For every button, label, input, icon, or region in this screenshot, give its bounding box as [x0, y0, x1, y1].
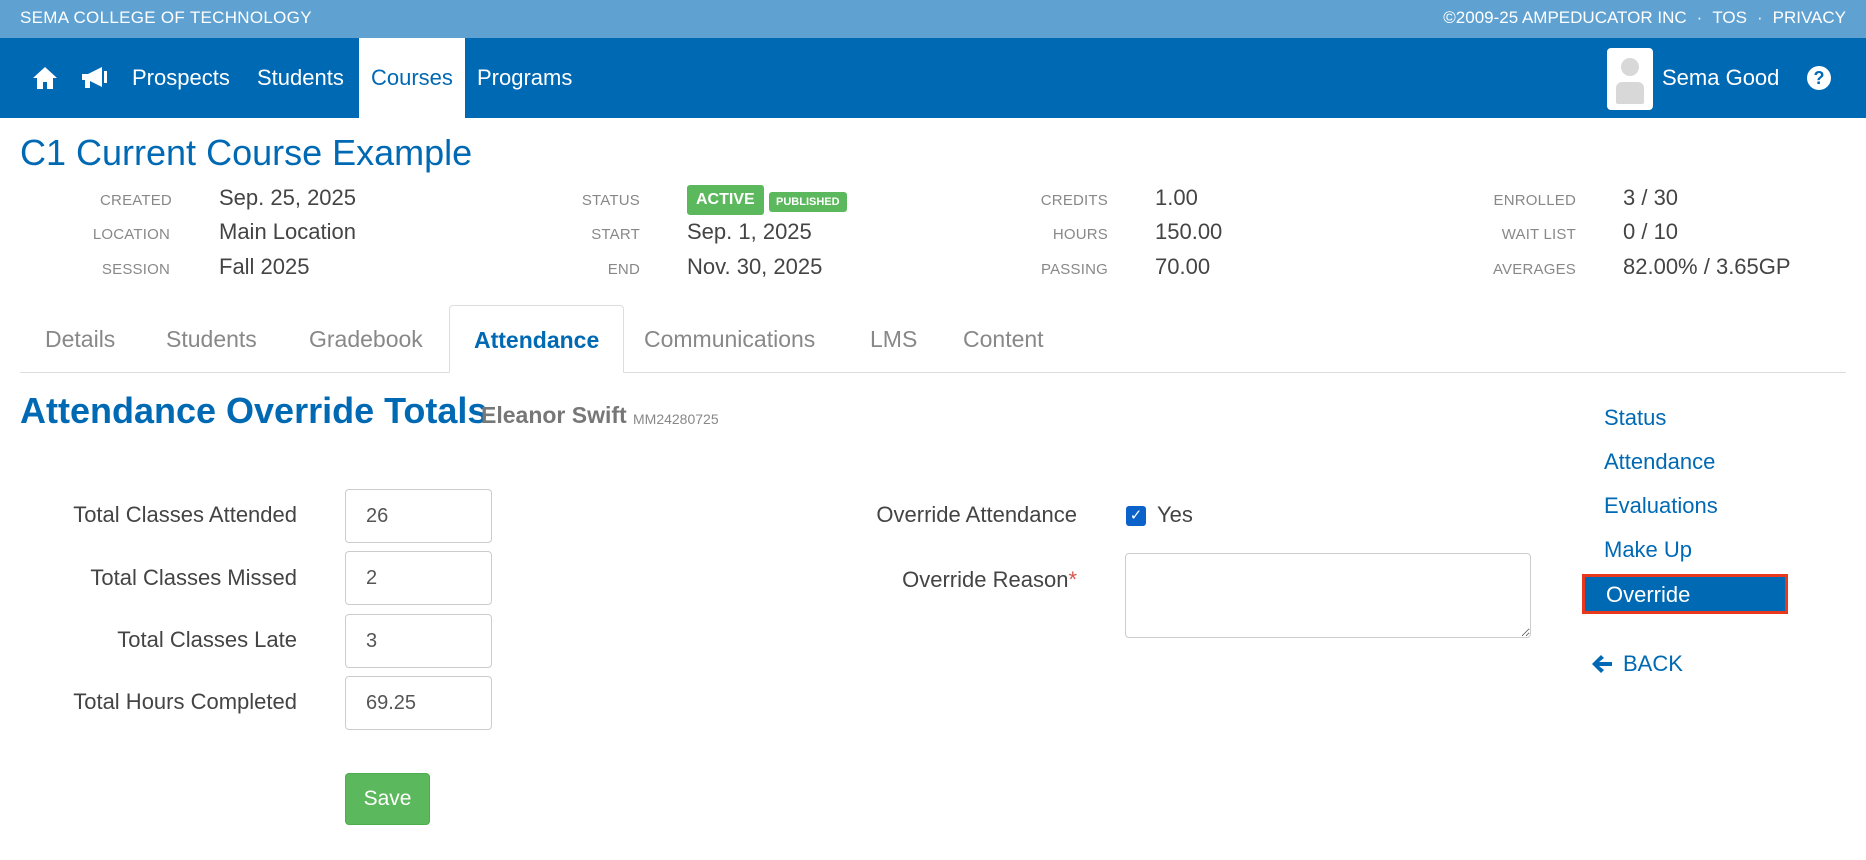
save-button[interactable]: Save [345, 773, 430, 825]
end-label: END [607, 261, 640, 278]
tab-details[interactable]: Details [21, 305, 139, 373]
avatar-head [1621, 58, 1639, 76]
session-value: Fall 2025 [219, 254, 310, 279]
nav-programs[interactable]: Programs [465, 38, 584, 118]
privacy-link[interactable]: PRIVACY [1773, 8, 1846, 28]
hours-completed-field[interactable] [345, 676, 492, 730]
student-id: MM24280725 [633, 411, 719, 427]
separator: · [1756, 8, 1763, 27]
override-checkbox[interactable]: ✓ [1126, 506, 1146, 526]
main-nav: Prospects Students Courses Programs Sema… [0, 38, 1866, 118]
credits-value: 1.00 [1155, 185, 1198, 210]
tos-link[interactable]: TOS [1712, 8, 1747, 28]
start-label: START [591, 226, 640, 243]
side-item-override[interactable]: Override [1582, 574, 1788, 614]
published-badge: PUBLISHED [769, 192, 847, 212]
hours-value: 150.00 [1155, 219, 1223, 244]
nav-students[interactable]: Students [245, 38, 356, 118]
school-name: SEMA COLLEGE OF TECHNOLOGY [20, 8, 312, 27]
page-title: C1 Current Course Example [20, 132, 473, 173]
tab-students[interactable]: Students [142, 305, 281, 373]
separator: · [1696, 8, 1703, 27]
averages-value: 82.00% / 3.65GP [1623, 254, 1791, 279]
section-title: Attendance Override Totals [20, 390, 488, 431]
missed-label: Total Classes Missed [90, 565, 297, 590]
legal-links: ©2009-25 AMPEDUCATOR INC · TOS · PRIVACY [1443, 8, 1846, 28]
override-reason-field[interactable] [1125, 553, 1531, 638]
override-yes-label[interactable]: Yes [1157, 502, 1193, 528]
averages-label: AVERAGES [1492, 261, 1576, 278]
waitlist-label: WAIT LIST [1501, 226, 1576, 243]
status-label: STATUS [581, 192, 640, 209]
session-label: SESSION [101, 261, 170, 278]
avatar[interactable] [1607, 48, 1653, 110]
created-value: Sep. 25, 2025 [219, 185, 357, 210]
tab-gradebook[interactable]: Gradebook [285, 305, 447, 373]
late-field[interactable] [345, 614, 492, 668]
attended-label: Total Classes Attended [73, 502, 297, 527]
missed-field[interactable] [345, 551, 492, 605]
end-value: Nov. 30, 2025 [687, 254, 823, 279]
status-badge: ACTIVE [687, 185, 764, 215]
enrolled-value: 3 / 30 [1623, 185, 1679, 210]
hours-completed-label: Total Hours Completed [73, 689, 297, 714]
megaphone-icon[interactable] [80, 65, 110, 91]
tab-lms[interactable]: LMS [846, 305, 941, 373]
passing-label: PASSING [1041, 261, 1108, 278]
override-reason-label: Override Reason* [820, 567, 1077, 593]
help-icon[interactable]: ? [1807, 66, 1831, 90]
side-item-evaluations[interactable]: Evaluations [1604, 493, 1718, 519]
tab-attendance[interactable]: Attendance [449, 305, 625, 373]
nav-courses[interactable]: Courses [359, 38, 465, 118]
override-attendance-label: Override Attendance [876, 502, 1077, 527]
student-name: Eleanor Swift [481, 402, 627, 428]
arrow-left-icon [1592, 655, 1612, 673]
top-bar: SEMA COLLEGE OF TECHNOLOGY ©2009-25 AMPE… [0, 0, 1866, 38]
waitlist-value: 0 / 10 [1623, 219, 1679, 244]
hours-label: HOURS [1052, 226, 1108, 243]
side-item-status[interactable]: Status [1604, 405, 1666, 431]
avatar-body [1616, 82, 1644, 104]
copyright-text: ©2009-25 AMPEDUCATOR INC [1443, 8, 1687, 27]
location-value: Main Location [219, 219, 356, 244]
created-label: CREATED [100, 192, 172, 209]
attended-field[interactable] [345, 489, 492, 543]
home-icon[interactable] [31, 64, 59, 92]
credits-label: CREDITS [1040, 192, 1108, 209]
start-value: Sep. 1, 2025 [687, 219, 812, 244]
tab-communications[interactable]: Communications [620, 305, 839, 373]
tab-content[interactable]: Content [939, 305, 1068, 373]
late-label: Total Classes Late [117, 627, 297, 652]
passing-value: 70.00 [1155, 254, 1211, 279]
back-link[interactable]: BACK [1591, 651, 1683, 677]
back-label: BACK [1623, 651, 1683, 676]
user-name[interactable]: Sema Good [1662, 38, 1779, 118]
override-reason-text: Override Reason [902, 567, 1069, 592]
enrolled-label: ENROLLED [1493, 192, 1576, 209]
side-item-make-up[interactable]: Make Up [1604, 537, 1692, 563]
nav-prospects[interactable]: Prospects [120, 38, 242, 118]
side-item-attendance[interactable]: Attendance [1604, 449, 1715, 475]
location-label: LOCATION [92, 226, 170, 243]
required-marker: * [1068, 567, 1077, 592]
